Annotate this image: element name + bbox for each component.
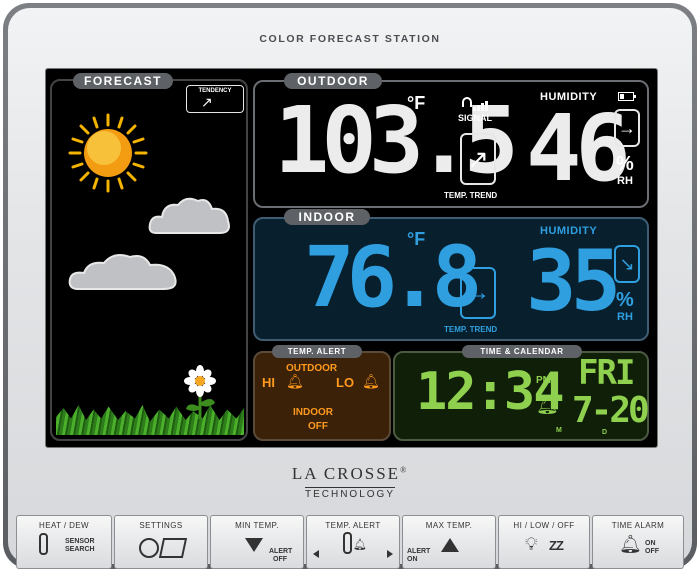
heat-dew-label: HEAT / DEW: [39, 521, 89, 530]
settings-label: SETTINGS: [139, 521, 183, 530]
brand-reg: ®: [400, 465, 409, 475]
cloud-icon: [68, 254, 177, 290]
min-temp-label: MIN TEMP.: [235, 521, 279, 530]
temp-alert-label: TEMP. ALERT: [272, 345, 362, 358]
min-temp-button[interactable]: MIN TEMP. ALERT OFF: [210, 515, 304, 569]
outdoor-humidity-trend: →: [614, 109, 640, 147]
calendar-date: 7-20: [572, 390, 650, 431]
indoor-trend-arrow: →: [460, 267, 496, 319]
arrow-down-icon: [245, 538, 263, 552]
indoor-rh-label: RH: [617, 311, 633, 323]
outdoor-humidity-unit: %: [616, 153, 634, 175]
heat-dew-button[interactable]: HEAT / DEW SENSOR SEARCH: [16, 515, 112, 569]
device-title: COLOR FORECAST STATION: [259, 33, 441, 45]
search-label: SEARCH: [65, 546, 95, 553]
thermometer-bell-icon: [343, 532, 352, 554]
indoor-humidity-unit: %: [616, 289, 634, 311]
signal-label: SIGNAL: [458, 113, 493, 123]
weather-station: COLOR FORECAST STATION FORECAST TENDENCY…: [0, 0, 700, 572]
alert-lo-label: LO: [336, 375, 355, 390]
outdoor-trend-arrow: ↗: [460, 133, 496, 185]
flower-icon: [184, 365, 216, 419]
clock-icon: [139, 538, 159, 558]
arrow-down-right-icon: ↘: [619, 254, 635, 274]
temp-alert-btn-label: TEMP. ALERT: [325, 521, 381, 530]
cloud-icon: [148, 197, 230, 234]
outdoor-humidity-value: 46: [526, 95, 631, 202]
temp-alert-button[interactable]: TEMP. ALERT 🔔︎: [306, 515, 400, 569]
button-bar: HEAT / DEW SENSOR SEARCH SETTINGS MIN TE…: [16, 515, 684, 569]
brand-line1: LA CROSSE: [291, 464, 401, 483]
bell-icon: 🔔︎: [353, 539, 367, 551]
time-alarm-label: TIME ALARM: [611, 521, 665, 530]
arrow-up-icon: [441, 538, 459, 552]
max-alert-state: ON: [407, 556, 418, 563]
bell-icon: 🔔︎: [362, 373, 380, 389]
calendar-day: FRI: [578, 353, 635, 393]
outdoor-trend-label: TEMP. TREND: [444, 191, 498, 200]
calendar-d-label: D: [602, 429, 608, 436]
max-temp-label: MAX TEMP.: [425, 521, 473, 530]
brand-line2: TECHNOLOGY: [304, 487, 395, 500]
indoor-trend-label: TEMP. TREND: [444, 325, 498, 334]
light-bulb-icon: 💡︎: [525, 534, 538, 554]
arrow-right-icon: →: [618, 118, 636, 138]
sun-icon: [68, 113, 148, 193]
sensor-label: SENSOR: [65, 538, 95, 545]
settings-button[interactable]: SETTINGS: [114, 515, 208, 569]
indoor-temp-value: 76.8: [304, 228, 482, 326]
brand-logo: LA CROSSE® TECHNOLOGY: [0, 464, 700, 502]
snooze-icon: ZZ: [549, 538, 564, 553]
alarm-on-label: ON: [645, 540, 656, 547]
left-arrow-icon: [313, 550, 319, 558]
alert-indoor-label: INDOOR: [293, 407, 333, 418]
outdoor-rh-label: RH: [617, 175, 633, 187]
right-arrow-icon: [387, 550, 393, 558]
indoor-humidity-value: 35: [526, 232, 621, 330]
alarm-bell-icon: 🔔︎: [536, 395, 559, 415]
indoor-label: INDOOR: [284, 209, 370, 225]
outdoor-temp-unit: °F: [407, 93, 426, 113]
arrow-up-right-icon: ↗: [467, 144, 489, 174]
alert-hi-label: HI: [262, 375, 275, 390]
tendency-label: TENDENCY: [198, 88, 232, 94]
indoor-humidity-trend: ↘: [614, 245, 640, 283]
alarm-bell-icon: 🔔︎: [619, 534, 642, 554]
signal-icon: [462, 97, 492, 111]
indoor-temp-unit: °F: [407, 229, 426, 249]
clock-m-label: M: [556, 427, 562, 434]
forecast-label: FORECAST: [73, 73, 173, 89]
display-screen: FORECAST TENDENCY ↗ OUTDOOR 103.5 °F SIG…: [45, 68, 658, 448]
tendency-box: TENDENCY ↗: [186, 85, 244, 113]
max-temp-button[interactable]: MAX TEMP. ALERT ON: [402, 515, 496, 569]
alert-indoor-state: OFF: [308, 421, 328, 432]
clock-time: 12:34: [416, 362, 565, 422]
min-alert-label: ALERT: [269, 548, 293, 555]
bell-icon: 🔔︎: [286, 373, 304, 389]
alarm-off-label: OFF: [645, 548, 659, 555]
hi-low-off-button[interactable]: HI / LOW / OFF 💡︎ ZZ: [498, 515, 590, 569]
hi-low-off-label: HI / LOW / OFF: [513, 521, 575, 530]
arrow-right-icon: →: [466, 279, 490, 306]
max-alert-label: ALERT: [407, 548, 431, 555]
clock-ampm: PM: [536, 375, 551, 386]
min-alert-state: OFF: [273, 556, 287, 563]
tendency-arrow-icon: ↗: [201, 94, 213, 110]
thermometer-icon: [39, 533, 48, 555]
time-alarm-button[interactable]: TIME ALARM 🔔︎ ON OFF: [592, 515, 684, 569]
calendar-icon: [158, 538, 188, 558]
